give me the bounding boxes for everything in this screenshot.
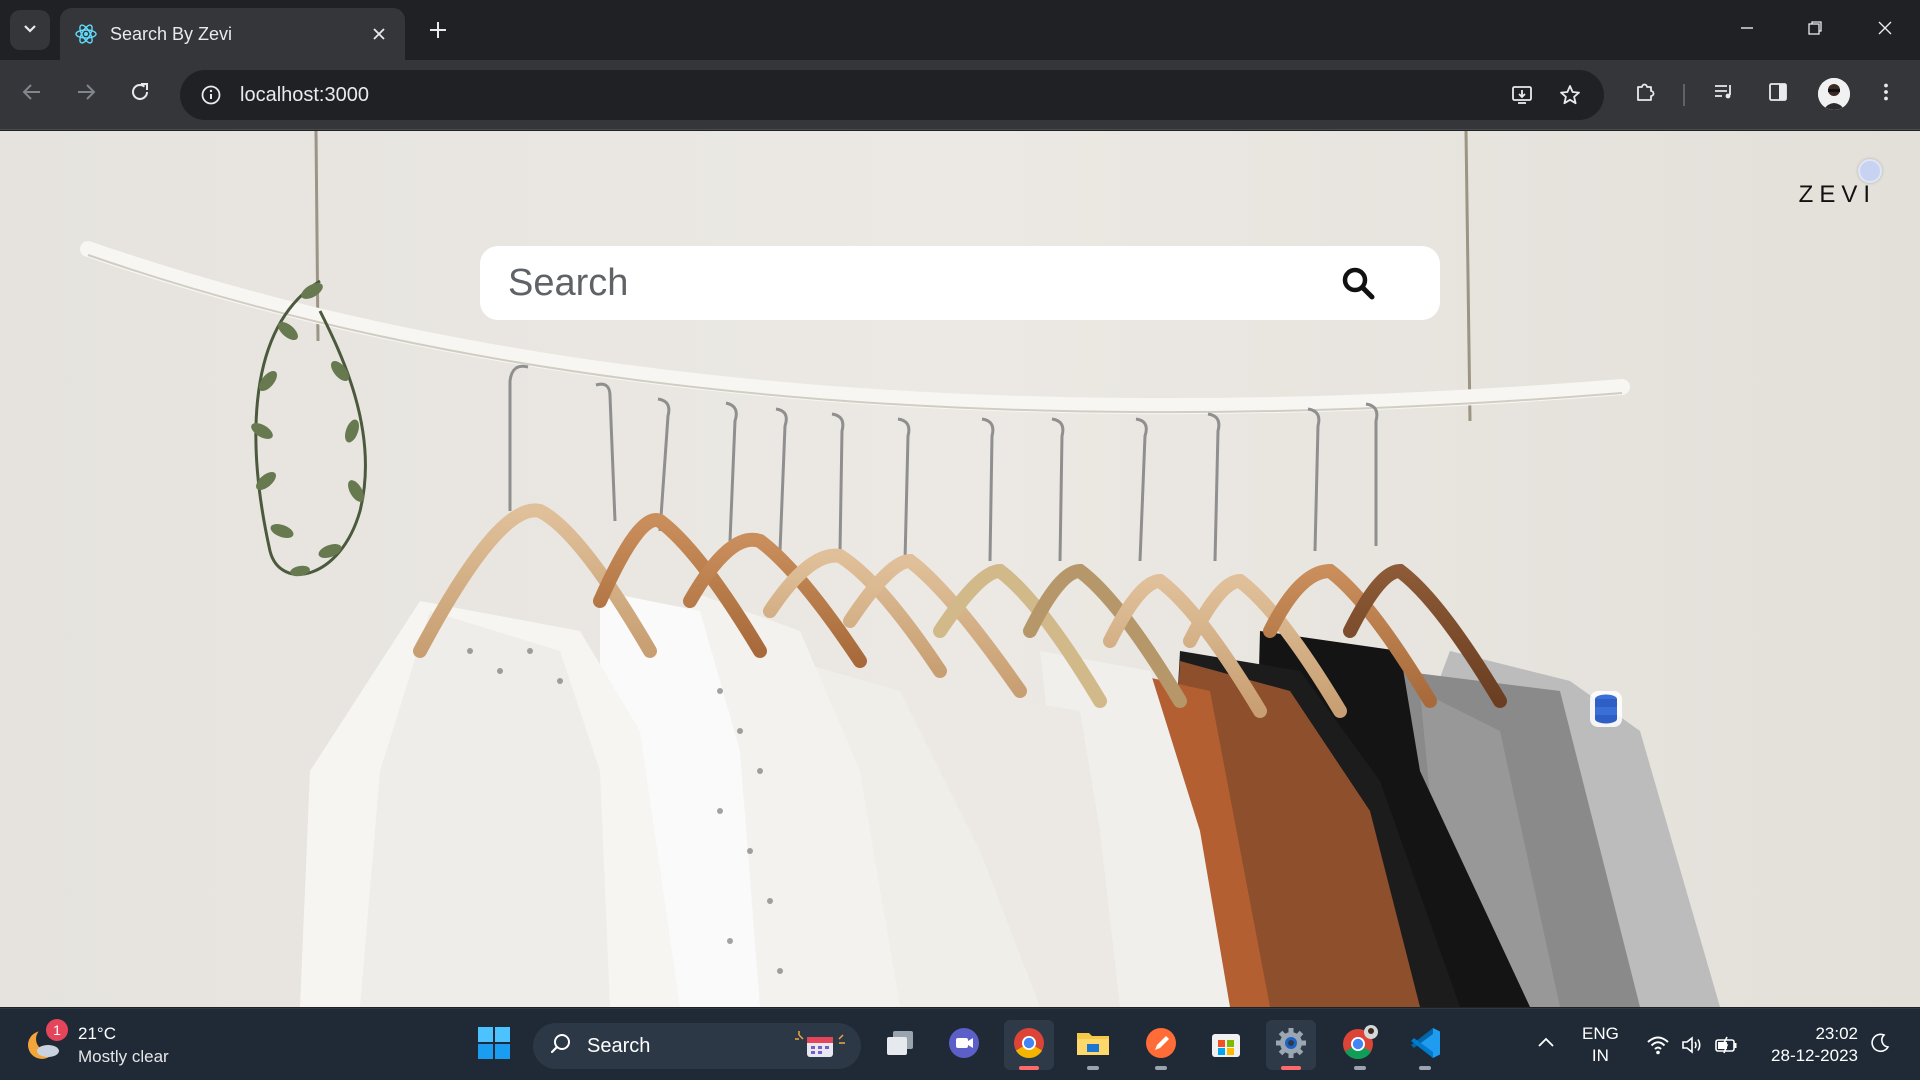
battery-charging-icon[interactable] bbox=[1712, 1031, 1740, 1059]
close-icon[interactable] bbox=[367, 22, 391, 46]
puzzle-icon bbox=[1633, 80, 1657, 109]
site-info-icon[interactable] bbox=[196, 80, 226, 110]
vscode-icon bbox=[1407, 1025, 1443, 1066]
back-button[interactable] bbox=[14, 76, 50, 112]
video-chat-icon bbox=[947, 1026, 981, 1065]
calendar-icon bbox=[793, 1029, 845, 1064]
taskbar-app-pen[interactable] bbox=[1136, 1020, 1186, 1070]
chevron-up-icon bbox=[1536, 1033, 1556, 1058]
input-language[interactable]: ENG IN bbox=[1582, 1023, 1619, 1067]
new-tab-button[interactable] bbox=[420, 14, 456, 50]
clock[interactable]: 23:02 28-12-2023 bbox=[1762, 1023, 1858, 1067]
browser-toolbar: localhost:3000 bbox=[0, 60, 1920, 130]
database-icon[interactable] bbox=[1588, 689, 1624, 729]
restore-icon bbox=[1807, 20, 1823, 41]
weather-temp: 21°C bbox=[78, 1023, 116, 1043]
start-button[interactable] bbox=[469, 1020, 519, 1070]
reload-icon bbox=[129, 81, 151, 108]
store-icon bbox=[1209, 1026, 1243, 1065]
plus-icon bbox=[428, 20, 448, 45]
weather-widget[interactable]: 1 21°C Mostly clear bbox=[24, 1019, 194, 1071]
input-language-code: ENG bbox=[1582, 1024, 1619, 1043]
weather-badge: 1 bbox=[46, 1019, 68, 1041]
windows-taskbar: 1 21°C Mostly clear Search ENG IN 23:02 … bbox=[0, 1008, 1920, 1080]
browser-menu-button[interactable] bbox=[1868, 76, 1904, 112]
taskbar-app-explorer[interactable] bbox=[1068, 1020, 1118, 1070]
task-view-icon bbox=[884, 1027, 916, 1064]
weather-moon-icon: 1 bbox=[24, 1019, 68, 1067]
chrome-icon bbox=[1012, 1026, 1046, 1065]
arrow-left-icon bbox=[21, 81, 43, 108]
tab-search-button[interactable] bbox=[10, 10, 50, 50]
browser-titlebar: Search By Zevi bbox=[0, 0, 1920, 60]
taskbar-app-vscode[interactable] bbox=[1400, 1020, 1450, 1070]
address-bar[interactable]: localhost:3000 bbox=[180, 70, 1604, 120]
chevron-down-icon bbox=[21, 19, 39, 42]
weather-desc: Mostly clear bbox=[78, 1046, 169, 1066]
volume-icon[interactable] bbox=[1678, 1031, 1706, 1059]
search-input[interactable] bbox=[508, 261, 1334, 305]
tab-title: Search By Zevi bbox=[110, 23, 233, 44]
taskbar-search[interactable]: Search bbox=[533, 1023, 861, 1069]
minimize-icon bbox=[1739, 20, 1755, 41]
restore-button[interactable] bbox=[1792, 12, 1838, 48]
extensions-button[interactable] bbox=[1627, 76, 1663, 112]
taskbar-app-settings[interactable] bbox=[1266, 1020, 1316, 1070]
close-icon bbox=[1877, 20, 1893, 41]
search-icon bbox=[549, 1032, 573, 1061]
file-explorer-icon bbox=[1075, 1027, 1111, 1064]
active-indicator bbox=[1019, 1066, 1039, 1070]
wifi-icon[interactable] bbox=[1644, 1031, 1672, 1059]
arrow-right-icon bbox=[75, 81, 97, 108]
side-panel-icon bbox=[1767, 81, 1789, 108]
active-indicator bbox=[1281, 1066, 1301, 1070]
task-view-button[interactable] bbox=[875, 1020, 925, 1070]
install-app-icon[interactable] bbox=[1504, 77, 1540, 113]
taskbar-search-label: Search bbox=[587, 1034, 651, 1057]
show-hidden-icons-button[interactable] bbox=[1532, 1031, 1560, 1059]
media-control-button[interactable] bbox=[1706, 76, 1742, 112]
start-icon bbox=[477, 1026, 511, 1065]
pen-app-icon bbox=[1144, 1026, 1178, 1065]
taskbar-app-meet[interactable] bbox=[939, 1020, 989, 1070]
do-not-disturb-button[interactable] bbox=[1866, 1031, 1894, 1059]
toolbar-divider bbox=[1683, 84, 1685, 106]
clock-time: 23:02 bbox=[1815, 1024, 1858, 1043]
running-indicator bbox=[1087, 1066, 1099, 1070]
taskbar-app-chrome[interactable] bbox=[1004, 1020, 1054, 1070]
chrome-profile-icon bbox=[1341, 1024, 1379, 1067]
react-icon bbox=[74, 22, 98, 46]
brand-logo[interactable]: ZEVI bbox=[1799, 181, 1876, 209]
search-icon[interactable] bbox=[1334, 259, 1382, 307]
window-close-button[interactable] bbox=[1862, 12, 1908, 48]
running-indicator bbox=[1419, 1066, 1431, 1070]
taskbar-app-chrome-profile[interactable] bbox=[1335, 1020, 1385, 1070]
page-viewport: ZEVI bbox=[0, 131, 1920, 1007]
taskbar-app-store[interactable] bbox=[1201, 1020, 1251, 1070]
search-bar bbox=[480, 246, 1440, 320]
reload-button[interactable] bbox=[122, 76, 158, 112]
running-indicator bbox=[1155, 1066, 1167, 1070]
side-panel-button[interactable] bbox=[1760, 76, 1796, 112]
media-queue-icon bbox=[1712, 80, 1736, 109]
tab-active[interactable]: Search By Zevi bbox=[60, 8, 405, 60]
forward-button[interactable] bbox=[68, 76, 104, 112]
moon-icon bbox=[1869, 1032, 1891, 1059]
minimize-button[interactable] bbox=[1724, 12, 1770, 48]
clock-date: 28-12-2023 bbox=[1771, 1046, 1858, 1065]
input-language-region: IN bbox=[1591, 1046, 1609, 1065]
logo-accent-dot bbox=[1858, 159, 1882, 183]
more-vertical-icon bbox=[1875, 81, 1897, 108]
settings-icon bbox=[1274, 1026, 1308, 1065]
profile-avatar[interactable] bbox=[1818, 78, 1850, 110]
address-url[interactable]: localhost:3000 bbox=[240, 84, 1492, 107]
running-indicator bbox=[1354, 1066, 1366, 1070]
bookmark-star-icon[interactable] bbox=[1552, 77, 1588, 113]
